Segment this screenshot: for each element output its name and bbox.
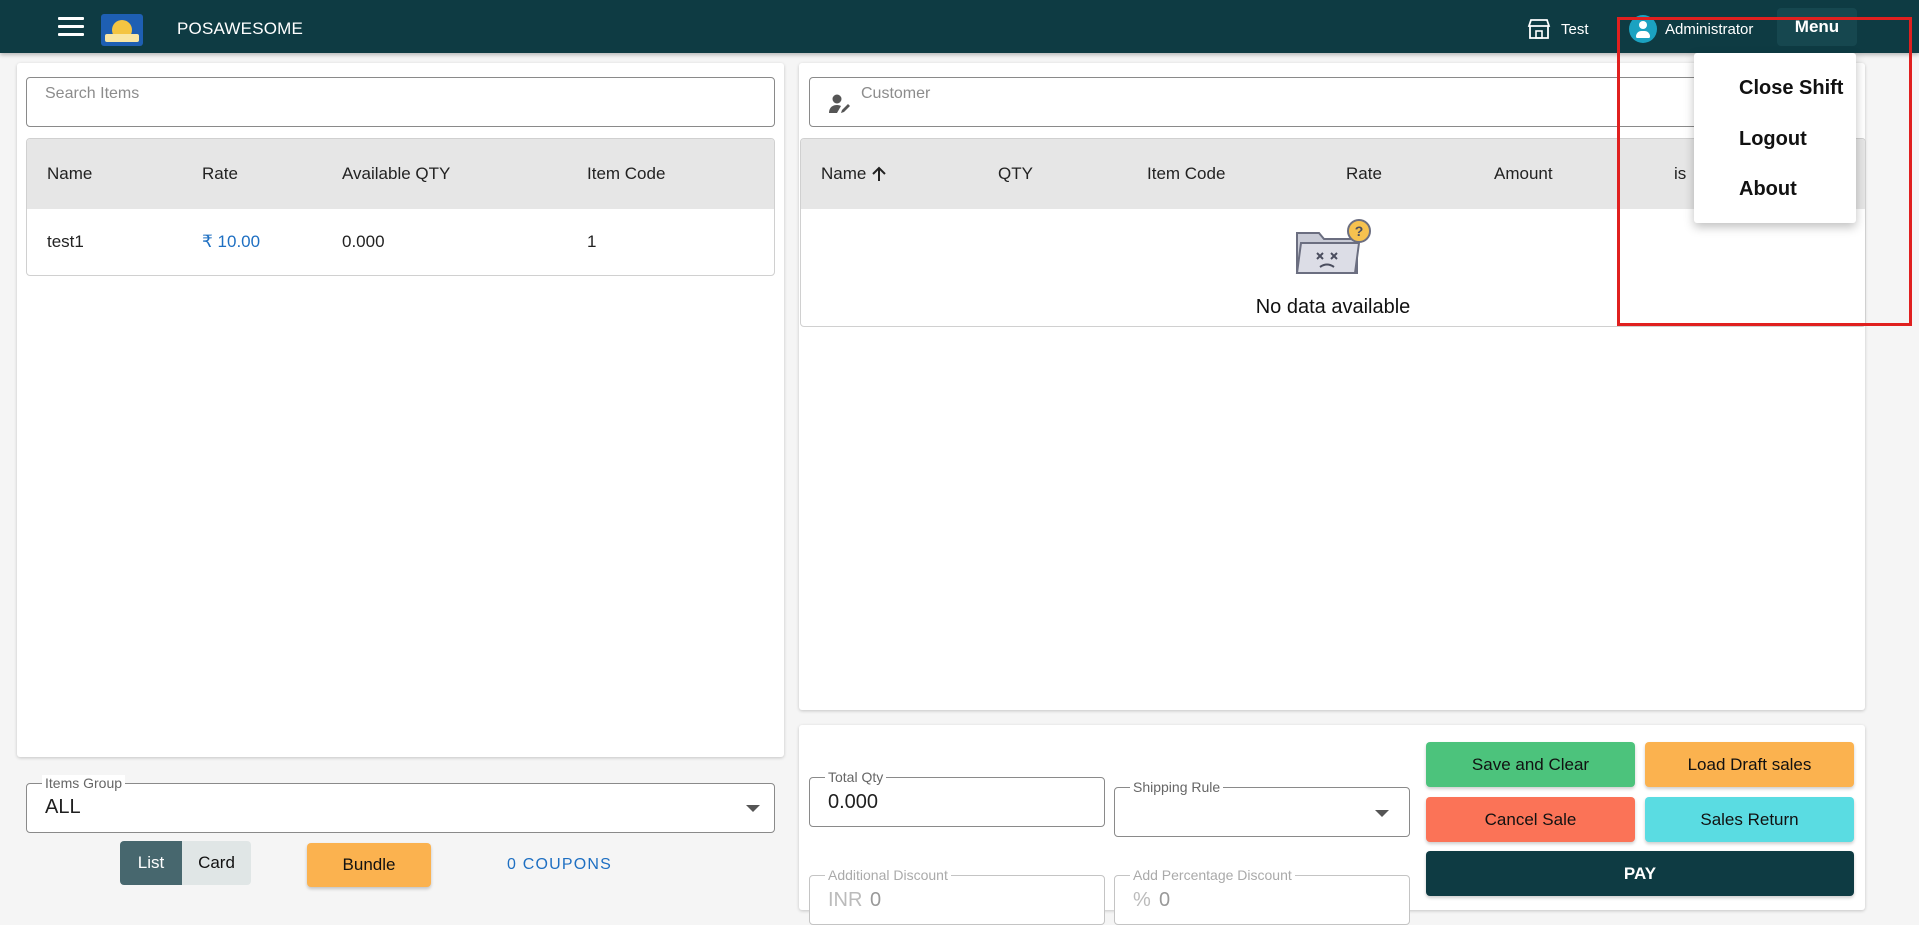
- brand-name: POSAWESOME: [177, 19, 304, 38]
- store-icon: [1527, 19, 1551, 39]
- items-group-panel: Items Group ALL List Card Bundle 0 COUPO…: [17, 763, 784, 910]
- col-rate[interactable]: Rate: [202, 164, 238, 184]
- percentage-discount-input[interactable]: Add Percentage Discount % 0: [1114, 867, 1410, 925]
- app-logo: [101, 14, 143, 46]
- svg-text:?: ?: [1355, 223, 1364, 239]
- col-name-sortable[interactable]: Name: [821, 164, 888, 184]
- bundle-button[interactable]: Bundle: [307, 843, 431, 887]
- customer-placeholder: Customer: [861, 85, 931, 102]
- load-draft-sales-button[interactable]: Load Draft sales: [1645, 742, 1854, 787]
- shipping-rule-label: Shipping Rule: [1130, 779, 1224, 795]
- total-qty-value: 0.000: [828, 791, 879, 813]
- items-table-header: Name Rate Available QTY Item Code: [27, 139, 774, 209]
- card-view-button[interactable]: Card: [182, 841, 251, 885]
- empty-folder-icon: ?: [1295, 219, 1371, 274]
- sales-return-button[interactable]: Sales Return: [1645, 797, 1854, 842]
- list-view-button[interactable]: List: [120, 841, 182, 885]
- percentage-discount-prefix: %: [1133, 889, 1151, 911]
- col-item-code[interactable]: Item Code: [1147, 164, 1225, 184]
- totals-panel: Total Qty 0.000 Shipping Rule Additional…: [799, 725, 1865, 925]
- coupons-button[interactable]: 0 COUPONS: [507, 856, 612, 874]
- item-code: 1: [587, 232, 597, 251]
- table-row[interactable]: test1 ₹ 10.00 0.000 1: [27, 209, 774, 275]
- col-available-qty[interactable]: Available QTY: [342, 164, 450, 184]
- chevron-down-icon: [746, 805, 760, 812]
- items-group-label: Items Group: [42, 775, 126, 791]
- col-rate[interactable]: Rate: [1346, 164, 1382, 184]
- customer-edit-icon: [829, 94, 850, 113]
- percentage-discount-value: 0: [1159, 889, 1171, 911]
- item-name: test1: [47, 232, 84, 251]
- total-qty-label: Total Qty: [825, 769, 887, 785]
- save-and-clear-button[interactable]: Save and Clear: [1426, 742, 1635, 787]
- col-name[interactable]: Name: [47, 164, 92, 184]
- items-panel: Search Items Name Rate Available QTY Ite…: [17, 63, 784, 757]
- hamburger-menu-icon[interactable]: [58, 17, 84, 37]
- shipping-rule-select[interactable]: Shipping Rule: [1114, 779, 1410, 837]
- highlight-box: [1617, 17, 1912, 326]
- additional-discount-input[interactable]: Additional Discount INR 0: [809, 867, 1105, 925]
- items-group-value: ALL: [45, 796, 81, 818]
- col-item-code[interactable]: Item Code: [587, 164, 665, 184]
- items-table: Name Rate Available QTY Item Code test1 …: [26, 138, 775, 276]
- additional-discount-prefix: INR: [828, 889, 863, 911]
- store-indicator[interactable]: Test: [1527, 18, 1589, 40]
- pay-button[interactable]: PAY: [1426, 851, 1854, 896]
- item-rate: ₹ 10.00: [202, 232, 261, 251]
- col-name-label: Name: [821, 164, 867, 183]
- percentage-discount-label: Add Percentage Discount: [1130, 867, 1295, 883]
- items-group-select[interactable]: Items Group ALL: [26, 775, 775, 833]
- col-amount[interactable]: Amount: [1494, 164, 1553, 184]
- search-items-placeholder: Search Items: [45, 85, 140, 102]
- total-qty-field: Total Qty 0.000: [809, 769, 1105, 827]
- chevron-down-icon: [1375, 810, 1389, 817]
- search-items-input[interactable]: Search Items: [26, 77, 775, 127]
- store-name: Test: [1561, 20, 1589, 38]
- additional-discount-label: Additional Discount: [825, 867, 951, 883]
- item-qty: 0.000: [342, 232, 385, 251]
- cancel-sale-button[interactable]: Cancel Sale: [1426, 797, 1635, 842]
- view-toggle: List Card: [120, 841, 251, 885]
- col-qty[interactable]: QTY: [998, 164, 1033, 184]
- sort-arrow-up-icon: [872, 166, 887, 181]
- additional-discount-value: 0: [870, 889, 882, 911]
